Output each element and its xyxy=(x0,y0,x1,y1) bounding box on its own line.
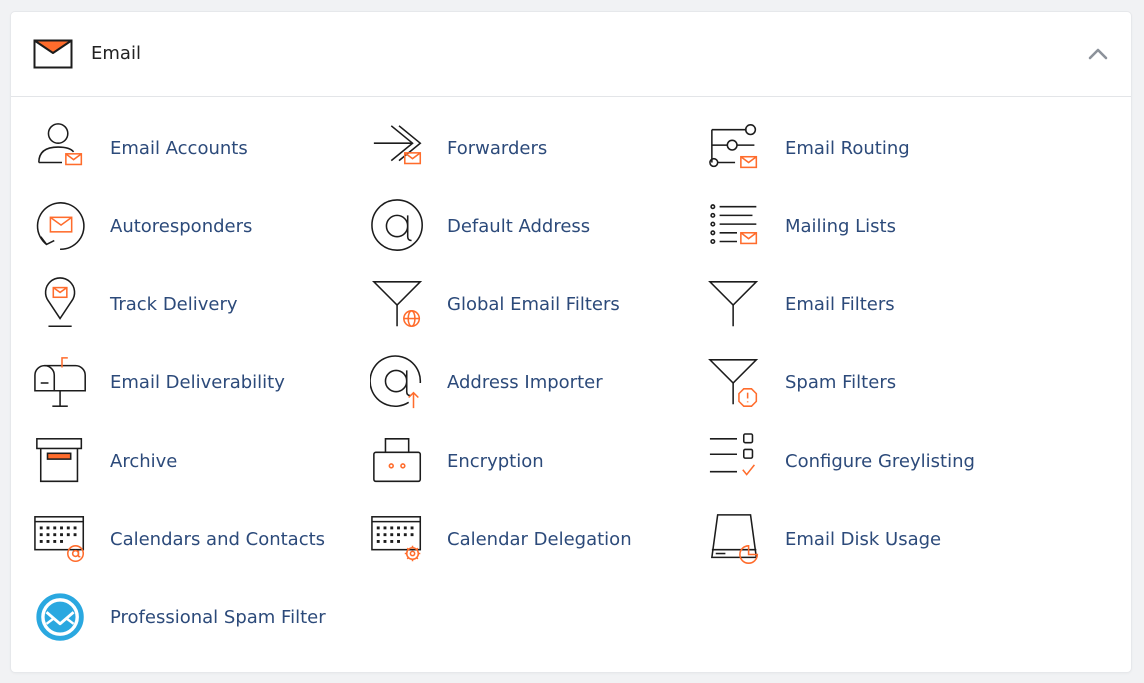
checklist-icon xyxy=(708,432,768,492)
tool-label: Address Importer xyxy=(447,372,603,393)
tool-forwarders[interactable]: Forwarders xyxy=(348,119,547,179)
filter-warning-icon xyxy=(708,353,768,413)
tool-label: Archive xyxy=(110,451,178,472)
tool-label: Forwarders xyxy=(447,138,548,159)
tool-label: Encryption xyxy=(447,451,544,472)
at-import-icon xyxy=(370,353,430,413)
tool-track-delivery[interactable]: Track Delivery xyxy=(11,275,238,335)
tool-label: Email Disk Usage xyxy=(785,529,942,550)
tool-calendars-and-contacts[interactable]: Calendars and Contacts xyxy=(11,510,325,570)
email-section-panel: Email Email Accounts Forwarders Email Ro… xyxy=(11,12,1131,672)
tool-label: Track Delivery xyxy=(110,294,238,315)
filter-globe-icon xyxy=(370,275,430,335)
tool-label: Global Email Filters xyxy=(447,294,620,315)
tool-label: Autoresponders xyxy=(110,216,253,237)
user-mail-icon xyxy=(33,119,93,179)
tool-calendar-delegation[interactable]: Calendar Delegation xyxy=(348,510,632,570)
tool-spam-filters[interactable]: Spam Filters xyxy=(686,353,896,413)
tool-label: Default Address xyxy=(447,216,591,237)
tool-professional-spam-filter[interactable]: Professional Spam Filter xyxy=(11,588,326,648)
chevron-up-icon[interactable] xyxy=(1087,44,1109,64)
tool-label: Email Routing xyxy=(785,138,910,159)
tool-label: Calendars and Contacts xyxy=(110,529,326,550)
forward-arrows-icon xyxy=(370,119,430,179)
disk-chart-icon xyxy=(708,510,768,570)
archive-box-icon xyxy=(33,432,93,492)
tool-label: Email Accounts xyxy=(110,138,248,159)
routing-switch-icon xyxy=(708,119,768,179)
spam-experts-icon xyxy=(33,588,93,648)
tool-default-address[interactable]: Default Address xyxy=(348,197,590,257)
tool-address-importer[interactable]: Address Importer xyxy=(348,353,603,413)
lock-icon xyxy=(370,432,430,492)
tool-email-disk-usage[interactable]: Email Disk Usage xyxy=(686,510,941,570)
tool-global-email-filters[interactable]: Global Email Filters xyxy=(348,275,620,335)
tool-label: Mailing Lists xyxy=(785,216,896,237)
auto-reply-icon xyxy=(33,197,93,257)
mailbox-icon xyxy=(33,353,93,413)
tool-email-filters[interactable]: Email Filters xyxy=(686,275,895,335)
tool-label: Professional Spam Filter xyxy=(110,607,326,628)
tool-autoresponders[interactable]: Autoresponders xyxy=(11,197,252,257)
tool-label: Configure Greylisting xyxy=(785,451,975,472)
tool-label: Email Deliverability xyxy=(110,372,285,393)
tool-configure-greylisting[interactable]: Configure Greylisting xyxy=(686,432,975,492)
tool-email-routing[interactable]: Email Routing xyxy=(686,119,910,179)
tool-mailing-lists[interactable]: Mailing Lists xyxy=(686,197,896,257)
list-mail-icon xyxy=(708,197,768,257)
tool-label: Spam Filters xyxy=(785,372,897,393)
calendar-at-icon xyxy=(33,510,93,570)
section-header[interactable]: Email xyxy=(11,12,1131,97)
tool-email-deliverability[interactable]: Email Deliverability xyxy=(11,353,285,413)
tool-archive[interactable]: Archive xyxy=(11,432,177,492)
calendar-gear-icon xyxy=(370,510,430,570)
tool-email-accounts[interactable]: Email Accounts xyxy=(11,119,248,179)
tool-label: Calendar Delegation xyxy=(447,529,632,550)
map-pin-mail-icon xyxy=(33,275,93,335)
tool-encryption[interactable]: Encryption xyxy=(348,432,544,492)
envelope-icon xyxy=(33,39,73,69)
filter-funnel-icon xyxy=(708,275,768,335)
section-title: Email xyxy=(91,43,141,64)
at-sign-icon xyxy=(370,197,430,257)
tool-label: Email Filters xyxy=(785,294,895,315)
